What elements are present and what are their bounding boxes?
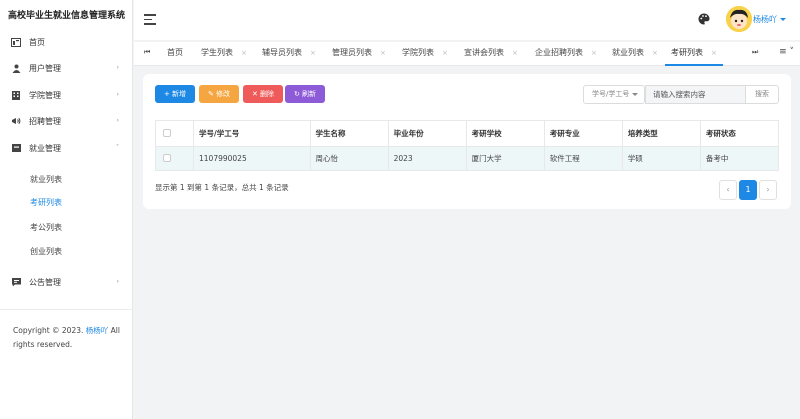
sidebar: 高校毕业生就业信息管理系统 首页 用户管理 › 学院管理 › 招聘管理 › 就业… [0,0,133,419]
sidebar-sub-postgrad-list[interactable]: 考研列表 [0,193,133,213]
tabs-menu-icon[interactable]: ≡ ˅ [779,47,794,57]
tab-postgrad[interactable]: 考研列表 × [665,42,723,66]
row-checkbox[interactable] [155,146,194,171]
tabs-scroll-left-icon[interactable]: ⏮ [144,48,150,57]
sidebar-item-label: 招聘管理 [29,116,61,126]
tab-employment[interactable]: 就业列表 × [612,42,658,66]
sidebar-sub-startup-list[interactable]: 创业列表 [0,242,133,262]
megaphone-icon [11,116,21,126]
archive-icon [11,143,21,153]
refresh-button[interactable]: ↻ 刷新 [285,85,325,103]
search-input[interactable] [645,85,747,104]
tab-seminars[interactable]: 宣讲会列表 × [464,42,518,66]
sidebar-item-label: 公告管理 [29,277,61,287]
tabs-bar: ⏮ 首页 学生列表 × 辅导员列表 × 管理员列表 × 学院列表 × 宣讲会列表 × 企业… [134,42,800,66]
column-header[interactable]: 学号/学工号 [193,120,311,147]
column-header[interactable]: 考研专业 [543,120,623,147]
tab-company-jobs[interactable]: 企业招聘列表 × [535,42,597,66]
building-icon [11,90,21,100]
tab-home[interactable]: 首页 [167,42,183,66]
table-cell: 备考中 [699,146,780,171]
table-cell: 2023 [387,146,467,171]
delete-button[interactable]: ✕ 删除 [243,85,283,103]
dashboard-icon [11,37,21,47]
tab-counselors[interactable]: 辅导员列表 × [262,42,316,66]
avatar[interactable] [726,6,752,32]
top-header: 杨杨吖 [134,0,800,40]
table-cell: 软件工程 [543,146,623,171]
sidebar-item-label: 用户管理 [29,63,61,73]
main-card: + 新增 ✎ 修改 ✕ 删除 ↻ 刷新 学号/学工号 搜索 学号/学工号 学生名… [143,74,791,209]
copyright-author-link[interactable]: 杨杨吖 [86,326,109,335]
pagination-summary: 显示第 1 到第 1 条记录，总共 1 条记录 [155,183,289,192]
data-table: 学号/学工号 学生名称 毕业年份 考研学校 考研专业 培养类型 考研状态 110… [155,120,780,171]
select-all-checkbox[interactable] [155,120,194,147]
search-button[interactable]: 搜索 [745,85,779,104]
column-header[interactable]: 考研状态 [699,120,780,147]
chevron-down-icon: ˅ [116,144,119,151]
table-cell: 周心怡 [309,146,389,171]
sidebar-item-users[interactable]: 用户管理 › [0,57,133,79]
sidebar-divider [0,309,133,310]
tabs-scroll-right-icon[interactable]: ⏭ [752,48,758,57]
sidebar-item-home[interactable]: 首页 [0,31,133,53]
close-icon[interactable]: × [711,49,717,57]
sidebar-item-notice[interactable]: 公告管理 › [0,271,133,293]
sidebar-sub-civil-list[interactable]: 考公列表 [0,218,133,238]
user-icon [11,63,21,73]
sidebar-item-label: 就业管理 [29,143,61,153]
close-icon[interactable]: × [442,49,448,57]
table-header-row: 学号/学工号 学生名称 毕业年份 考研学校 考研专业 培养类型 考研状态 [155,120,780,147]
pagination-page-button[interactable]: 1 [739,180,757,200]
edit-button[interactable]: ✎ 修改 [199,85,239,103]
sidebar-item-college[interactable]: 学院管理 › [0,84,133,106]
add-button[interactable]: + 新增 [155,85,195,103]
table-cell: 学硕 [621,146,701,171]
tab-admins[interactable]: 管理员列表 × [332,42,386,66]
tab-students[interactable]: 学生列表 × [201,42,247,66]
column-header[interactable]: 考研学校 [465,120,545,147]
close-icon[interactable]: × [380,49,386,57]
close-icon[interactable]: × [591,49,597,57]
chevron-right-icon: › [116,278,119,285]
message-icon [11,277,21,287]
chevron-right-icon: › [116,91,119,98]
menu-toggle-icon[interactable] [144,14,156,25]
tab-colleges[interactable]: 学院列表 × [402,42,448,66]
sidebar-sub-employment-list[interactable]: 就业列表 [0,170,133,190]
search-field-select[interactable]: 学号/学工号 [583,85,645,104]
table-row[interactable]: 1107990025 周心怡 2023 厦门大学 软件工程 学硕 备考中 [155,146,780,171]
chevron-right-icon: › [116,117,119,124]
table-cell: 厦门大学 [465,146,545,171]
close-icon[interactable]: × [241,49,247,57]
sidebar-item-recruit[interactable]: 招聘管理 › [0,110,133,132]
column-header[interactable]: 培养类型 [621,120,701,147]
pagination-prev-button[interactable]: ‹ [719,180,737,200]
sidebar-item-employment[interactable]: 就业管理 ˅ [0,137,133,159]
column-header[interactable]: 毕业年份 [387,120,467,147]
close-icon[interactable]: × [652,49,658,57]
column-header[interactable]: 学生名称 [309,120,389,147]
palette-icon[interactable] [698,13,710,25]
copyright: Copyright © 2023. 杨杨吖 All rights reserve… [13,326,120,349]
app-title: 高校毕业生就业信息管理系统 [8,11,126,21]
user-menu[interactable]: 杨杨吖 [753,14,786,25]
close-icon[interactable]: × [512,49,518,57]
close-icon[interactable]: × [310,49,316,57]
chevron-right-icon: › [116,64,119,71]
sidebar-item-label: 首页 [29,37,45,47]
table-cell: 1107990025 [193,146,311,171]
sidebar-item-label: 学院管理 [29,90,61,100]
pagination-next-button[interactable]: › [759,180,777,200]
